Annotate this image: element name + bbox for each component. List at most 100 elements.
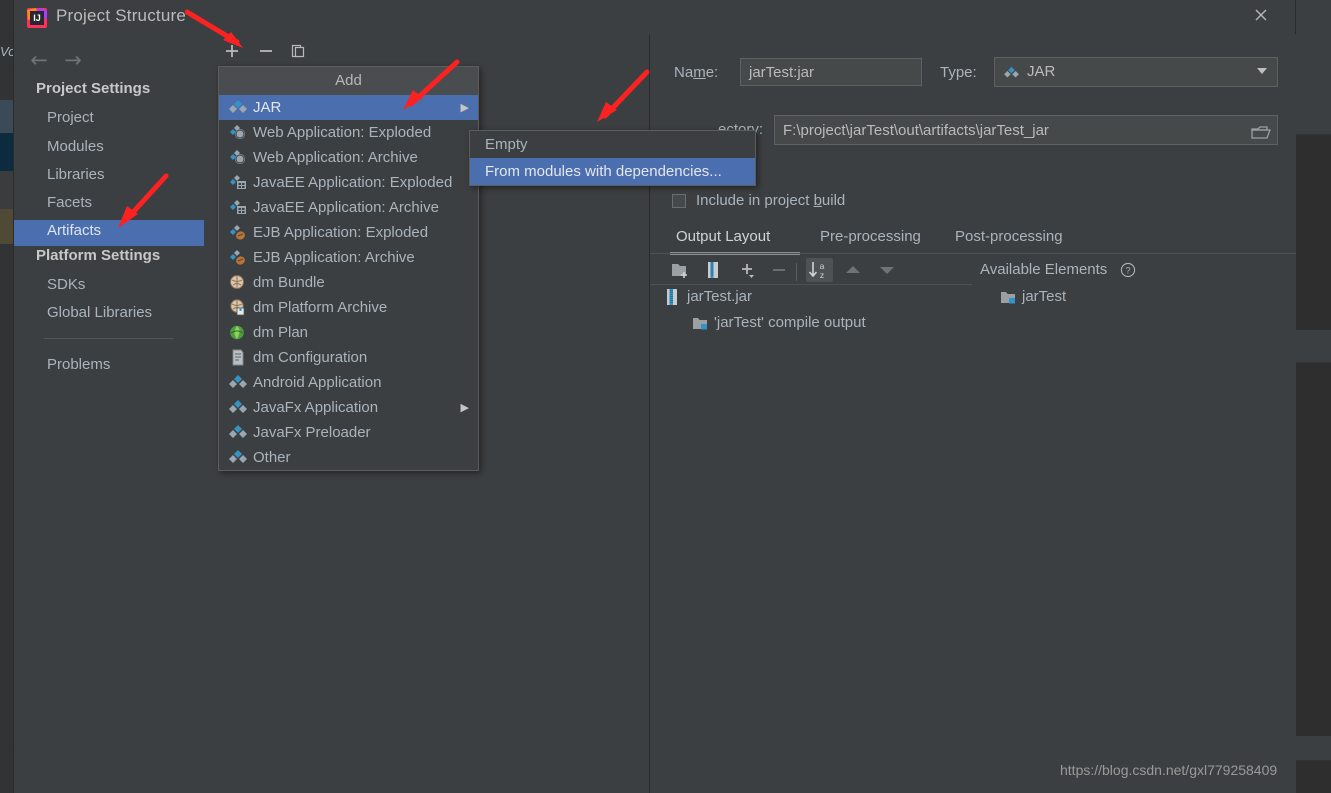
sidebar-item-problems[interactable]: Problems [14,354,204,380]
svg-text:?: ? [1125,266,1130,276]
add-copy-icon[interactable] [736,260,762,284]
add-archive-icon[interactable] [702,260,728,284]
submenu-item-from-modules-with-dependencies[interactable]: From modules with dependencies... [470,158,755,185]
menu-item-ejb-application-exploded[interactable]: EJB Application: Exploded [219,220,478,245]
copy-icon[interactable] [284,38,312,64]
artifact-type-combobox[interactable]: JAR [994,57,1278,87]
toolbar-divider [796,263,797,281]
dm-platform-archive-icon [229,299,247,316]
move-down-icon[interactable] [876,260,902,284]
sidebar-navigation: ← → [14,42,204,78]
include-in-project-build-checkbox[interactable] [672,194,686,208]
remove-icon[interactable] [768,260,794,284]
background-divider [0,33,14,34]
menu-item-javaee-application-exploded[interactable]: JavaEE Application: Exploded [219,170,478,195]
folder-open-icon[interactable] [1251,122,1271,139]
settings-sidebar: ← → Project Settings Project Modules Lib… [14,34,205,793]
include-label-mnemonic: b [813,192,822,209]
add-directory-icon[interactable] [670,260,696,284]
menu-item-other[interactable]: Other [219,445,478,470]
minus-icon[interactable] [252,38,280,64]
tab-output-layout[interactable]: Output Layout [676,228,770,245]
include-in-project-build-label: Include in project build [696,192,845,209]
artifact-name-input[interactable]: jarTest:jar [740,58,922,86]
name-label: Name: [674,64,718,81]
background-row [1295,66,1331,103]
output-directory-input[interactable]: F:\project\jarTest\out\artifacts\jarTest… [774,115,1278,145]
sidebar-group-header-project-settings: Project Settings [36,80,151,97]
menu-item-label: Web Application: Archive [253,149,418,166]
svg-text:IJ: IJ [33,13,41,23]
dialog-title-bar: IJ Project Structure [14,0,1295,34]
add-menu-title: Add [219,67,478,95]
forward-arrow-icon[interactable]: → [60,48,86,72]
tab-pre-processing[interactable]: Pre-processing [820,228,921,245]
background-row [1295,330,1331,363]
menu-item-dm-configuration[interactable]: dm Configuration [219,345,478,370]
sidebar-item-global-libraries[interactable]: Global Libraries [14,302,204,328]
close-icon[interactable] [1248,6,1274,28]
submenu-item-label: Empty [485,136,528,153]
dm-configuration-icon [229,349,247,366]
available-elements-title: Available Elements [980,261,1108,278]
tree-node-label: jarTest [1022,288,1067,305]
web-exploded-icon [229,124,247,141]
sidebar-item-artifacts[interactable]: Artifacts [14,220,204,246]
background-divider [0,99,14,100]
menu-item-dm-bundle[interactable]: dm Bundle [219,270,478,295]
tab-post-processing[interactable]: Post-processing [955,228,1063,245]
sidebar-group-header-platform-settings: Platform Settings [36,247,161,264]
dialog-title: Project Structure [56,6,187,25]
background-strip [0,100,14,133]
menu-item-label: Web Application: Exploded [253,124,432,141]
menu-item-web-application-exploded[interactable]: Web Application: Exploded [219,120,478,145]
menu-item-label: JavaFx Preloader [253,424,371,441]
screenshot-root: Vo IJ Project Structure ← → Project Sett… [0,0,1331,793]
tree-node-label: jarTest.jar [687,288,753,305]
add-artifact-menu: Add JAR ▶ Web Application: Exploded Web … [218,66,479,471]
javafx-application-icon [229,399,247,416]
sidebar-item-sdks[interactable]: SDKs [14,274,204,300]
move-up-icon[interactable] [842,260,868,284]
artifacts-toolbar [204,34,649,68]
jar-artifact-icon [229,99,247,116]
sidebar-item-label: Global Libraries [47,304,153,321]
plus-icon[interactable] [218,38,246,64]
menu-item-label: dm Platform Archive [253,299,388,316]
artifact-type-value: JAR [1027,63,1056,80]
include-label-pre: Include in project [696,192,814,209]
help-question-icon[interactable]: ? [1120,262,1136,278]
background-strip [0,171,14,209]
module-folder-icon [1000,289,1016,305]
sort-az-icon[interactable]: a z [806,258,833,282]
submenu-item-empty[interactable]: Empty [470,131,755,158]
chevron-down-icon [1257,68,1267,74]
sidebar-item-libraries[interactable]: Libraries [14,164,204,190]
project-structure-dialog: IJ Project Structure ← → Project Setting… [14,0,1296,793]
watermark-url: https://blog.csdn.net/gxl779258409 [1060,762,1278,778]
menu-item-android-application[interactable]: Android Application [219,370,478,395]
submenu-arrow-icon: ▶ [460,101,469,114]
sidebar-item-facets[interactable]: Facets [14,192,204,218]
menu-item-ejb-application-archive[interactable]: EJB Application: Archive [219,245,478,270]
menu-item-label: dm Plan [253,324,309,341]
menu-item-label: dm Configuration [253,349,368,366]
menu-item-dm-plan[interactable]: dm Plan [219,320,478,345]
background-strip [0,209,14,244]
menu-item-dm-platform-archive[interactable]: dm Platform Archive [219,295,478,320]
background-row [1295,736,1331,761]
menu-item-web-application-archive[interactable]: Web Application: Archive [219,145,478,170]
sidebar-item-modules[interactable]: Modules [14,136,204,162]
menu-item-label: Other [253,449,291,466]
menu-item-javafx-preloader[interactable]: JavaFx Preloader [219,420,478,445]
name-label-mnemonic: m [693,64,706,81]
menu-item-label: JavaEE Application: Exploded [253,174,453,191]
menu-item-javafx-application[interactable]: JavaFx Application ▶ [219,395,478,420]
compile-output-folder-icon [692,315,708,331]
dm-plan-icon [229,324,247,341]
tabs-divider [650,253,1296,254]
menu-item-jar[interactable]: JAR ▶ [219,95,478,120]
menu-item-javaee-application-archive[interactable]: JavaEE Application: Archive [219,195,478,220]
back-arrow-icon[interactable]: ← [26,48,52,72]
sidebar-item-project[interactable]: Project [14,107,204,133]
